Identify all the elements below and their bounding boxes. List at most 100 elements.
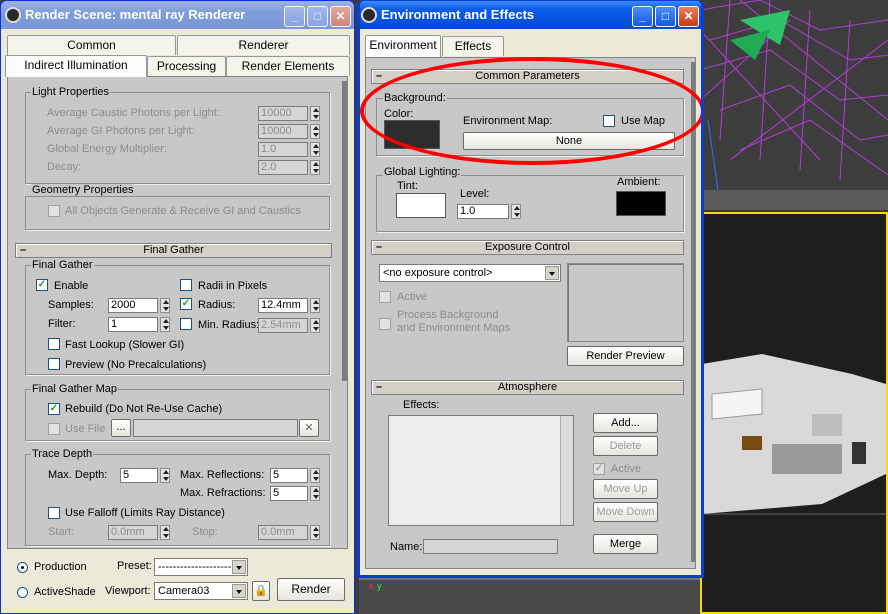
decay-label: Decay:: [47, 161, 82, 173]
production-radio[interactable]: [17, 562, 28, 573]
tab-environment[interactable]: Environment: [365, 35, 441, 57]
tint-color-swatch[interactable]: [396, 193, 446, 218]
caustic-photons-field[interactable]: 10000: [258, 106, 308, 121]
gi-photons-spinner[interactable]: [310, 124, 320, 139]
fast-lookup-checkbox[interactable]: [48, 338, 60, 350]
environment-panel: – Common Parameters Background: Color: En…: [365, 57, 696, 569]
samples-label: Samples:: [48, 299, 94, 311]
exposure-active-checkbox[interactable]: [379, 291, 391, 303]
effects-list-scrollbar[interactable]: [560, 416, 573, 525]
geometry-properties-title: Geometry Properties: [31, 184, 135, 196]
maximize-icon[interactable]: □: [655, 6, 676, 27]
atmosphere-name-field[interactable]: [423, 539, 558, 554]
move-up-button[interactable]: Move Up: [593, 479, 658, 499]
environment-effects-window[interactable]: Environment and Effects _ □ ✕ Environmen…: [357, 0, 704, 578]
radius-field[interactable]: 12.4mm: [258, 298, 308, 313]
level-field[interactable]: 1.0: [457, 204, 509, 219]
max-depth-spinner[interactable]: [160, 468, 170, 483]
atmosphere-rollout[interactable]: – Atmosphere: [371, 380, 684, 395]
maximize-icon[interactable]: □: [307, 6, 328, 27]
caustic-photons-spinner[interactable]: [310, 106, 320, 121]
file-path-field[interactable]: [133, 419, 298, 437]
common-parameters-rollout[interactable]: – Common Parameters: [371, 69, 684, 84]
max-depth-field[interactable]: 5: [120, 468, 158, 483]
render-button[interactable]: Render: [277, 578, 345, 601]
energy-multiplier-field[interactable]: 1.0: [258, 142, 308, 157]
add-button[interactable]: Add...: [593, 413, 658, 433]
use-map-checkbox[interactable]: [603, 115, 615, 127]
tab-render-elements[interactable]: Render Elements: [226, 56, 350, 76]
process-background-checkbox[interactable]: [379, 318, 391, 330]
merge-button[interactable]: Merge: [593, 534, 658, 554]
min-radius-field[interactable]: 2.54mm: [258, 318, 308, 333]
radius-checkbox[interactable]: ✓: [180, 298, 192, 310]
effects-list[interactable]: [388, 415, 574, 526]
level-spinner[interactable]: [511, 204, 521, 219]
wireframe-car-top: [700, 0, 888, 210]
max-refractions-spinner[interactable]: [310, 486, 320, 501]
stop-field[interactable]: 0.0mm: [258, 525, 308, 540]
lock-viewport-button[interactable]: 🔒: [252, 581, 270, 601]
axis-y-label: y: [377, 581, 382, 591]
env-effects-titlebar[interactable]: Environment and Effects _ □ ✕: [360, 1, 701, 29]
all-objects-gi-checkbox[interactable]: [48, 205, 60, 217]
filter-label: Filter:: [48, 318, 76, 330]
tab-processing[interactable]: Processing: [147, 56, 226, 76]
max-reflections-spinner[interactable]: [310, 468, 320, 483]
background-color-swatch[interactable]: [384, 120, 440, 149]
app-icon: [5, 7, 21, 23]
samples-spinner[interactable]: [160, 298, 170, 313]
environment-map-button[interactable]: None: [463, 132, 675, 150]
start-spinner[interactable]: [160, 525, 170, 540]
exposure-dropdown[interactable]: <no exposure control>: [379, 264, 561, 282]
render-scene-titlebar[interactable]: Render Scene: mental ray Renderer _ □ ✕: [1, 1, 354, 29]
exposure-control-rollout[interactable]: – Exposure Control: [371, 240, 684, 255]
activeshade-radio[interactable]: [17, 587, 28, 598]
render-preview-button[interactable]: Render Preview: [567, 346, 684, 366]
use-falloff-checkbox[interactable]: [48, 507, 60, 519]
enable-checkbox[interactable]: ✓: [36, 279, 48, 291]
decay-spinner[interactable]: [310, 160, 320, 175]
tab-renderer[interactable]: Renderer: [177, 35, 350, 55]
tab-effects[interactable]: Effects: [442, 36, 504, 56]
clear-file-button[interactable]: ✕: [299, 419, 319, 437]
samples-field[interactable]: 2000: [108, 298, 158, 313]
tab-common[interactable]: Common: [7, 35, 176, 55]
minimize-icon[interactable]: _: [632, 6, 653, 27]
render-scene-window[interactable]: Render Scene: mental ray Renderer _ □ ✕ …: [0, 0, 355, 614]
viewport-top[interactable]: [700, 0, 888, 210]
close-icon[interactable]: ✕: [330, 6, 351, 27]
min-radius-spinner[interactable]: [310, 318, 320, 333]
preset-dropdown[interactable]: --------------------: [154, 558, 248, 576]
use-file-checkbox[interactable]: [48, 423, 60, 435]
max-reflections-field[interactable]: 5: [270, 468, 308, 483]
browse-button[interactable]: ...: [111, 419, 131, 437]
decay-field[interactable]: 2.0: [258, 160, 308, 175]
minimize-icon[interactable]: _: [284, 6, 305, 27]
panel-scrollbar[interactable]: [691, 62, 695, 562]
energy-multiplier-spinner[interactable]: [310, 142, 320, 157]
preview-checkbox[interactable]: [48, 358, 60, 370]
radii-in-pixels-checkbox[interactable]: [180, 279, 192, 291]
delete-button[interactable]: Delete: [593, 436, 658, 456]
final-gather-rollout[interactable]: – Final Gather: [15, 243, 332, 258]
rebuild-checkbox[interactable]: ✓: [48, 403, 60, 415]
start-field[interactable]: 0.0mm: [108, 525, 158, 540]
panel-scrollbar[interactable]: [342, 81, 347, 381]
max-refractions-field[interactable]: 5: [270, 486, 308, 501]
ambient-color-swatch[interactable]: [616, 191, 666, 216]
global-lighting-title: Global Lighting:: [383, 166, 462, 178]
filter-spinner[interactable]: [160, 317, 170, 332]
close-icon[interactable]: ✕: [678, 6, 699, 27]
min-radius-checkbox[interactable]: [180, 318, 192, 330]
stop-spinner[interactable]: [310, 525, 320, 540]
atmosphere-active-checkbox[interactable]: ✓: [593, 463, 605, 475]
atmosphere-title: Atmosphere: [497, 381, 558, 393]
tab-indirect-illumination[interactable]: Indirect Illumination: [5, 55, 147, 77]
viewport-dropdown[interactable]: Camera03: [154, 582, 248, 600]
viewport-camera[interactable]: [700, 212, 888, 614]
filter-field[interactable]: 1: [108, 317, 158, 332]
move-down-button[interactable]: Move Down: [593, 502, 658, 522]
gi-photons-field[interactable]: 10000: [258, 124, 308, 139]
radius-spinner[interactable]: [310, 298, 320, 313]
